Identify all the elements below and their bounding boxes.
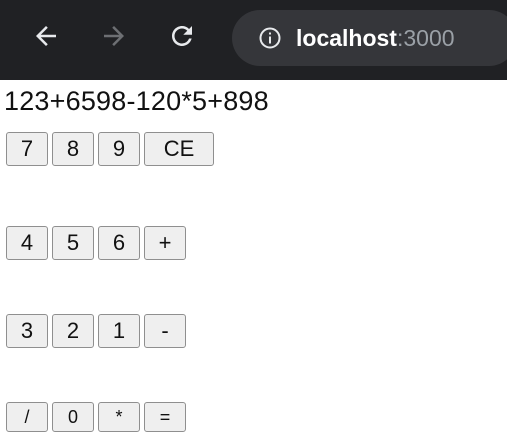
url-host: localhost bbox=[296, 24, 397, 51]
key-3[interactable]: 3 bbox=[6, 314, 48, 348]
back-button[interactable] bbox=[24, 14, 68, 58]
url-text[interactable]: localhost:3000 bbox=[296, 25, 455, 52]
keypad-row-2: 4 5 6 + bbox=[6, 226, 186, 260]
key-6[interactable]: 6 bbox=[98, 226, 140, 260]
key-5[interactable]: 5 bbox=[52, 226, 94, 260]
info-icon[interactable] bbox=[258, 26, 282, 50]
key-9[interactable]: 9 bbox=[98, 132, 140, 166]
key-4[interactable]: 4 bbox=[6, 226, 48, 260]
plus-button[interactable]: + bbox=[144, 226, 186, 260]
keypad-row-1: 7 8 9 CE bbox=[6, 132, 214, 166]
key-2[interactable]: 2 bbox=[52, 314, 94, 348]
calculator-display: 123+6598-120*5+898 bbox=[4, 86, 269, 116]
browser-toolbar: localhost:3000 bbox=[0, 0, 507, 80]
reload-button[interactable] bbox=[160, 14, 204, 58]
key-0[interactable]: 0 bbox=[52, 402, 94, 432]
forward-button[interactable] bbox=[92, 14, 136, 58]
clear-entry-button[interactable]: CE bbox=[144, 132, 214, 166]
keypad-row-3: 3 2 1 - bbox=[6, 314, 186, 348]
reload-icon bbox=[167, 21, 197, 51]
minus-button[interactable]: - bbox=[144, 314, 186, 348]
divide-button[interactable]: / bbox=[6, 402, 48, 432]
forward-arrow-icon bbox=[99, 21, 129, 51]
page-content: 123+6598-120*5+898 7 8 9 CE 4 5 6 + 3 2 … bbox=[0, 80, 507, 437]
key-8[interactable]: 8 bbox=[52, 132, 94, 166]
key-1[interactable]: 1 bbox=[98, 314, 140, 348]
equals-button[interactable]: = bbox=[144, 402, 186, 432]
multiply-button[interactable]: * bbox=[98, 402, 140, 432]
keypad-row-4: / 0 * = bbox=[6, 402, 186, 432]
back-arrow-icon bbox=[31, 21, 61, 51]
key-7[interactable]: 7 bbox=[6, 132, 48, 166]
address-bar[interactable]: localhost:3000 bbox=[232, 10, 507, 66]
url-port: :3000 bbox=[396, 24, 455, 51]
